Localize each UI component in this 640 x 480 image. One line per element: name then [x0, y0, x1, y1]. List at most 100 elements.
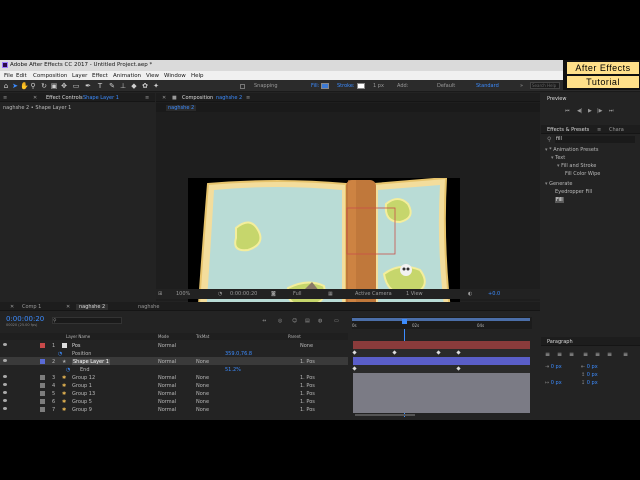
tab-composition[interactable]: Composition — [182, 95, 213, 101]
workspace-more[interactable]: » — [520, 83, 523, 89]
layer-parent-dropdown[interactable]: 1. Pos — [300, 391, 315, 397]
align-center-icon[interactable]: ≡ — [557, 351, 562, 358]
keyframe[interactable] — [456, 366, 461, 371]
tree-item-selected[interactable]: Fill — [545, 197, 639, 205]
layer-row[interactable]: 5 ✱ Group 13 Normal None 1. Pos — [0, 389, 348, 397]
views-dropdown[interactable]: 1 View — [406, 291, 423, 297]
layer-trkmat-dropdown[interactable]: None — [196, 407, 209, 413]
keyframe[interactable] — [436, 350, 441, 355]
menu-animation[interactable]: Animation — [113, 73, 141, 79]
snapping-checkbox[interactable] — [240, 83, 245, 89]
tab-effects-presets[interactable]: Effects & Presets — [547, 127, 589, 133]
frame-blending-icon[interactable]: ▤ — [305, 318, 310, 324]
menu-view[interactable]: View — [146, 73, 159, 79]
tree-item[interactable]: ▾ Generate — [545, 181, 639, 189]
text-tool-icon[interactable]: T — [96, 82, 104, 90]
layer-trkmat-dropdown[interactable]: None — [196, 391, 209, 397]
justify-left-icon[interactable]: ≡ — [583, 351, 588, 358]
layer-parent-dropdown[interactable]: 1. Pos — [300, 399, 315, 405]
layer-row[interactable]: 3 ✱ Group 12 Normal None 1. Pos — [0, 373, 348, 381]
timeline-timecode[interactable]: 0:00:00:20 — [6, 315, 44, 323]
tree-item[interactable]: ▾ Fill and Stroke — [545, 163, 639, 171]
stopwatch-icon[interactable]: ◔ — [66, 367, 70, 373]
visibility-eye-icon[interactable] — [3, 342, 7, 346]
justify-center-icon[interactable]: ≡ — [595, 351, 600, 358]
layer-trkmat-dropdown[interactable]: None — [196, 359, 209, 365]
tab-naghshe[interactable]: naghshe — [138, 304, 159, 310]
magnification-icon[interactable]: ⊞ — [158, 291, 162, 297]
label-color-swatch[interactable] — [40, 382, 45, 388]
puppet-tool-icon[interactable]: ✦ — [152, 82, 160, 90]
composition-subtab[interactable]: naghshe 2 — [166, 104, 197, 111]
space-after-field[interactable]: ↧ 0 px — [581, 380, 598, 386]
layer-trkmat-dropdown[interactable]: None — [196, 375, 209, 381]
tab-comp-1[interactable]: Comp 1 — [22, 304, 41, 310]
layer-track[interactable] — [353, 397, 530, 405]
menu-layer[interactable]: Layer — [72, 73, 87, 79]
workspace-default[interactable]: Default — [437, 83, 455, 89]
play-icon[interactable]: ▶ — [588, 108, 592, 114]
tree-item[interactable]: ▾ Text — [545, 155, 639, 163]
selection-tool-icon[interactable]: ➤ — [11, 82, 19, 90]
fill-swatch[interactable] — [321, 83, 329, 89]
label-color-swatch[interactable] — [40, 342, 45, 348]
layer-track[interactable] — [353, 389, 530, 397]
draft-3d-icon[interactable]: ◎ — [278, 318, 282, 324]
layer-mode-dropdown[interactable]: Normal — [158, 391, 176, 397]
layer-track[interactable] — [353, 373, 530, 381]
clone-tool-icon[interactable]: ⊥ — [119, 82, 127, 90]
camera-dropdown[interactable]: Active Camera — [355, 291, 392, 297]
exposure-icon[interactable]: ◐ — [468, 291, 472, 297]
visibility-eye-icon[interactable] — [3, 374, 7, 378]
pen-tool-icon[interactable]: ✒ — [84, 82, 92, 90]
camera-tool-icon[interactable]: ▣ — [50, 82, 58, 90]
first-line-indent-field[interactable]: ↦ 0 px — [545, 380, 562, 386]
layer-parent-dropdown[interactable]: 1. Pos — [300, 407, 315, 413]
menu-effect[interactable]: Effect — [92, 73, 108, 79]
layer-mode-dropdown[interactable]: Normal — [158, 375, 176, 381]
layer-name[interactable]: Group 12 — [72, 375, 95, 381]
brush-tool-icon[interactable]: ✎ — [108, 82, 116, 90]
hand-tool-icon[interactable]: ✋ — [20, 82, 29, 90]
eraser-tool-icon[interactable]: ◆ — [130, 82, 138, 90]
layer-row[interactable]: 4 ✱ Group 1 Normal None 1. Pos — [0, 381, 348, 389]
layer-parent-dropdown[interactable]: 1. Pos — [300, 383, 315, 389]
layer-parent-dropdown[interactable]: None — [300, 343, 313, 349]
property-value[interactable]: 359.0,76.8 — [225, 351, 252, 357]
keyframe[interactable] — [392, 350, 397, 355]
motion-blur-icon[interactable]: ◍ — [318, 318, 322, 324]
layer-mode-dropdown[interactable]: Normal — [158, 343, 176, 349]
next-frame-icon[interactable]: |▶ — [597, 108, 603, 114]
keyframe[interactable] — [352, 350, 357, 355]
visibility-eye-icon[interactable] — [3, 390, 7, 394]
zoom-dropdown[interactable]: 100% — [176, 291, 190, 297]
keyframe[interactable] — [352, 366, 357, 371]
roto-tool-icon[interactable]: ✿ — [141, 82, 149, 90]
label-color-swatch[interactable] — [40, 374, 45, 380]
comp-close-icon[interactable]: ✕ — [162, 95, 166, 101]
snapshot-icon[interactable]: ◔ — [218, 291, 222, 297]
comp-flowchart-icon[interactable]: ⇸ — [262, 318, 266, 324]
justify-all-icon[interactable]: ≡ — [623, 351, 628, 358]
layer-trkmat-dropdown[interactable]: None — [196, 383, 209, 389]
tree-item[interactable]: Eyedropper Fill — [545, 189, 639, 197]
shape-tool-icon[interactable]: ▭ — [72, 82, 80, 90]
workspace-standard[interactable]: Standard — [476, 83, 499, 89]
layer-name[interactable]: Shape Layer 1 — [72, 358, 110, 365]
visibility-eye-icon[interactable] — [3, 406, 7, 410]
resolution-dropdown[interactable]: Full — [293, 291, 302, 297]
exposure-value[interactable]: +0.0 — [488, 291, 500, 297]
layer-name[interactable]: Group 5 — [72, 399, 92, 405]
col-layer-name[interactable]: Layer Name — [66, 334, 90, 339]
layer-track[interactable] — [353, 405, 530, 413]
layer-track[interactable] — [353, 341, 530, 349]
timeline-zoom-slider[interactable] — [355, 414, 415, 416]
space-before-field[interactable]: ↥ 0 px — [581, 372, 598, 378]
col-mode[interactable]: Mode — [158, 334, 169, 339]
label-color-swatch[interactable] — [40, 390, 45, 396]
comp-lock-icon[interactable]: ■ — [172, 95, 177, 101]
home-icon[interactable]: ⌂ — [2, 82, 10, 90]
effects-search-input[interactable]: fill — [555, 136, 635, 143]
tab-comp-1-close-icon[interactable]: ✕ — [10, 304, 14, 310]
tree-item[interactable]: Fill Color Wipe — [545, 171, 639, 179]
